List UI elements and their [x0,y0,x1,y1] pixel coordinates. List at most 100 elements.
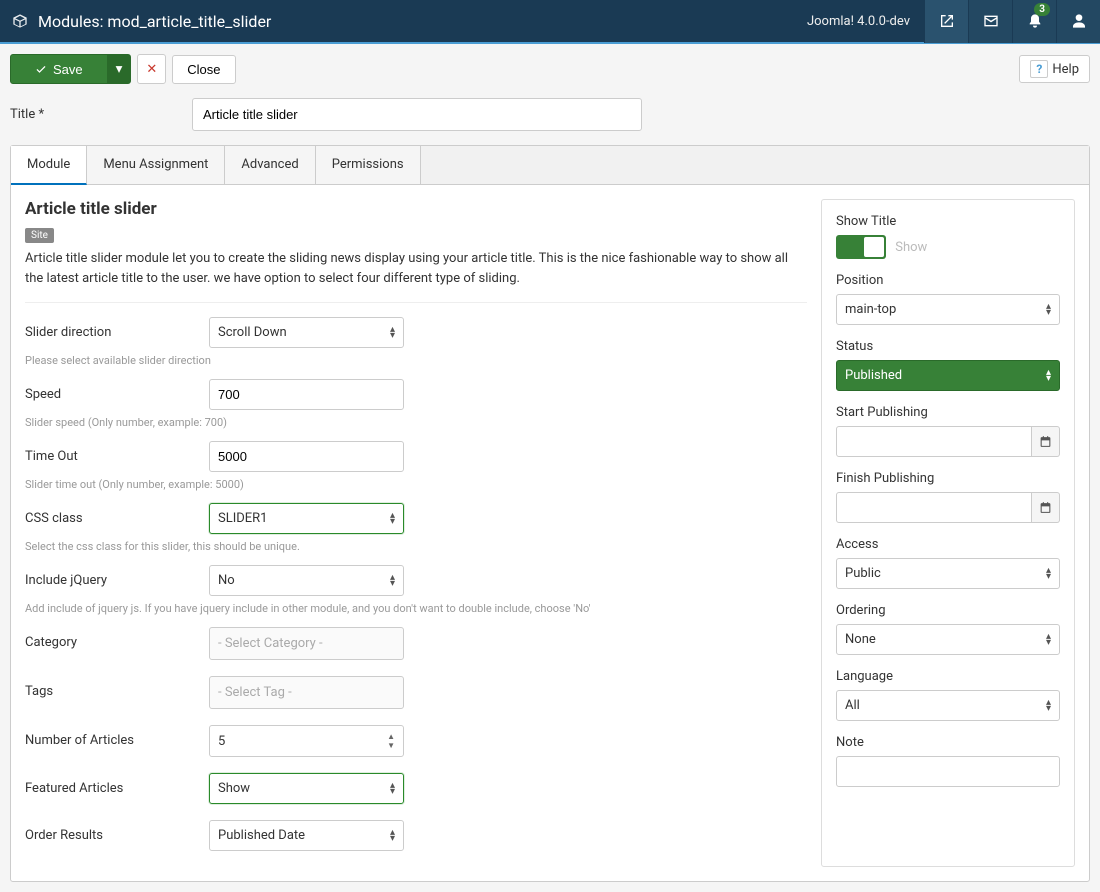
ordering-select[interactable]: None ▴▾ [836,624,1060,655]
calendar-icon [1039,435,1052,448]
order-select[interactable]: Published Date ▴▾ [209,820,404,851]
show-title-label: Show Title [836,214,1060,229]
language-label: Language [836,669,1060,684]
ordering-value: None [845,632,876,647]
start-publishing-calendar-button[interactable] [1032,426,1060,457]
num-articles-label: Number of Articles [25,725,209,748]
css-class-label: CSS class [25,503,209,526]
select-caret-icon: ▴▾ [1046,700,1051,712]
select-caret-icon: ▴▾ [1046,634,1051,646]
toggle-knob [864,237,884,257]
ordering-label: Ordering [836,603,1060,618]
close-button-label: Close [187,62,220,77]
select-caret-icon: ▴▾ [1046,304,1051,316]
user-menu-button[interactable] [1056,0,1100,43]
tags-placeholder: - Select Tag - [214,681,399,704]
main-panel: Module Menu Assignment Advanced Permissi… [10,145,1090,882]
launch-site-button[interactable] [924,0,968,43]
note-label: Note [836,735,1060,750]
position-label: Position [836,273,1060,288]
include-jquery-select[interactable]: No ▴▾ [209,565,404,596]
include-jquery-hint: Add include of jquery js. If you have jq… [25,602,807,615]
topbar-right: Joomla! 4.0.0-dev 3 [793,0,1100,42]
featured-select[interactable]: Show ▴▾ [209,773,404,804]
notifications-button[interactable]: 3 [1012,0,1056,43]
tab-permissions[interactable]: Permissions [316,146,421,184]
title-row: Title * [0,94,1100,145]
caret-down-icon: ▾ [116,61,123,76]
position-select[interactable]: main-top ▴▾ [836,294,1060,325]
position-value: main-top [845,302,896,317]
publishing-sidebar: Show Title Show Position main-top ▴▾ Sta… [821,199,1075,867]
language-value: All [845,698,860,713]
show-title-toggle[interactable] [836,235,886,259]
title-input[interactable] [192,98,642,131]
select-caret-icon: ▴▾ [1046,370,1051,382]
title-label: Title * [10,107,180,122]
num-articles-value: 5 [218,734,225,749]
finish-publishing-input[interactable] [836,492,1032,523]
start-publishing-label: Start Publishing [836,405,1060,420]
access-value: Public [845,566,881,581]
messages-button[interactable] [968,0,1012,43]
speed-input[interactable] [209,379,404,410]
tags-select[interactable]: - Select Tag - [209,676,404,709]
select-caret-icon: ▴▾ [1046,568,1051,580]
timeout-input[interactable] [209,441,404,472]
timeout-hint: Slider time out (Only number, example: 5… [25,478,807,491]
close-button[interactable]: Close [172,55,235,84]
status-select[interactable]: Published ▴▾ [836,360,1060,391]
include-jquery-value: No [218,573,235,588]
status-label: Status [836,339,1060,354]
select-caret-icon: ▴▾ [390,783,395,795]
action-toolbar: Save ▾ ✕ Close ? Help [0,44,1100,94]
site-badge: Site [25,228,54,243]
featured-value: Show [218,781,250,796]
save-button-group: Save ▾ [10,54,131,84]
module-icon [12,13,28,29]
slider-direction-label: Slider direction [25,317,209,340]
save-button-label: Save [53,62,83,77]
speed-hint: Slider speed (Only number, example: 700) [25,416,807,429]
access-select[interactable]: Public ▴▾ [836,558,1060,589]
select-caret-icon: ▴▾ [390,327,395,339]
envelope-icon [983,13,999,29]
css-class-value: SLIDER1 [218,511,268,526]
module-heading: Article title slider [25,199,807,219]
help-icon: ? [1030,60,1048,78]
tab-menu-assignment[interactable]: Menu Assignment [87,146,225,184]
help-button-label: Help [1052,62,1079,77]
include-jquery-label: Include jQuery [25,565,209,588]
save-button[interactable]: Save [10,54,108,84]
status-value: Published [845,368,902,383]
help-button[interactable]: ? Help [1019,55,1090,83]
module-description: Article title slider module let you to c… [25,249,807,303]
calendar-icon [1039,501,1052,514]
show-title-state: Show [895,240,927,255]
language-select[interactable]: All ▴▾ [836,690,1060,721]
slider-direction-select[interactable]: Scroll Down ▴▾ [209,317,404,348]
css-class-select[interactable]: SLIDER1 ▴▾ [209,503,404,534]
page-title-wrap: Modules: mod_article_title_slider [12,12,271,31]
category-select[interactable]: - Select Category - [209,627,404,660]
version-text: Joomla! 4.0.0-dev [793,14,924,29]
tabs: Module Menu Assignment Advanced Permissi… [11,146,1089,185]
save-dropdown-button[interactable]: ▾ [107,54,132,84]
user-icon [1071,13,1087,29]
category-label: Category [25,627,209,650]
tags-label: Tags [25,676,209,699]
featured-label: Featured Articles [25,773,209,796]
finish-publishing-calendar-button[interactable] [1032,492,1060,523]
number-stepper-icon: ▲▼ [387,732,395,750]
note-input[interactable] [836,756,1060,787]
start-publishing-input[interactable] [836,426,1032,457]
num-articles-input[interactable]: 5 ▲▼ [209,725,404,757]
close-icon: ✕ [146,61,157,77]
tab-advanced[interactable]: Advanced [225,146,315,184]
close-x-button[interactable]: ✕ [137,54,166,84]
speed-label: Speed [25,379,209,402]
select-caret-icon: ▴▾ [390,513,395,525]
select-caret-icon: ▴▾ [390,575,395,587]
order-label: Order Results [25,820,209,843]
tab-module[interactable]: Module [11,146,87,185]
